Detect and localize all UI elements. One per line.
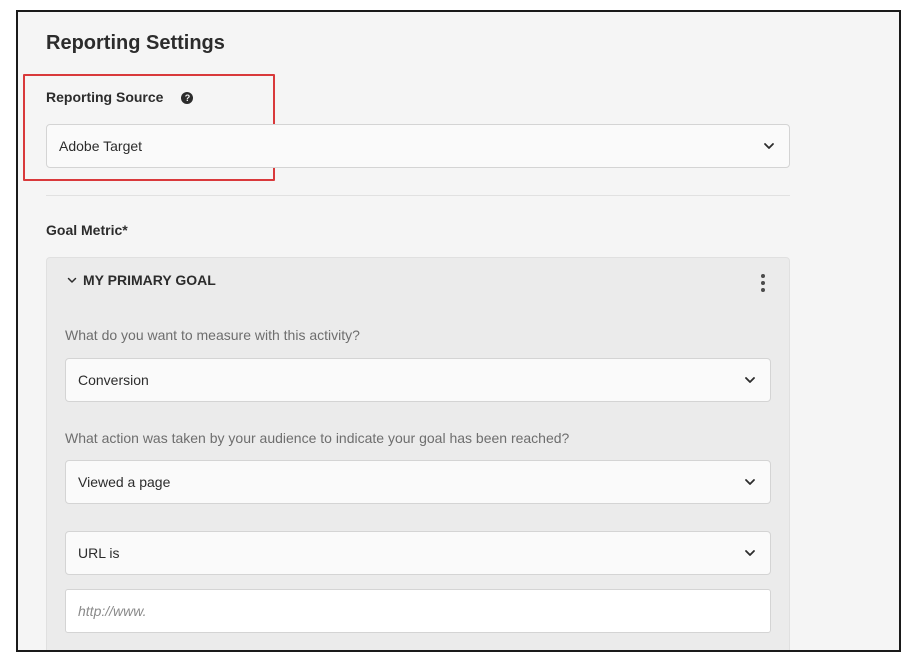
- measure-value: Conversion: [78, 372, 149, 388]
- url-input[interactable]: [65, 589, 771, 633]
- more-vertical-icon[interactable]: [757, 272, 769, 294]
- primary-goal-card: MY PRIMARY GOAL What do you want to meas…: [46, 257, 790, 650]
- question-circle-icon[interactable]: ?: [181, 92, 194, 104]
- goal-card-title: MY PRIMARY GOAL: [83, 272, 216, 288]
- section-divider: [46, 195, 790, 196]
- url-condition-value: URL is: [78, 545, 120, 561]
- measure-select[interactable]: Conversion: [65, 358, 771, 402]
- page-title: Reporting Settings: [46, 32, 225, 54]
- chevron-down-icon[interactable]: [67, 277, 77, 284]
- chevron-down-icon: [730, 478, 770, 486]
- measure-question: What do you want to measure with this ac…: [65, 327, 360, 343]
- url-condition-select[interactable]: URL is: [65, 531, 771, 575]
- goal-metric-label: Goal Metric*: [46, 222, 128, 238]
- action-select[interactable]: Viewed a page: [65, 460, 771, 504]
- chevron-down-icon: [749, 142, 789, 150]
- reporting-source-label: Reporting Source: [46, 89, 164, 105]
- reporting-source-label-row: Reporting Source?: [46, 89, 194, 105]
- reporting-source-value: Adobe Target: [59, 138, 143, 154]
- chevron-down-icon: [730, 549, 770, 557]
- action-question: What action was taken by your audience t…: [65, 430, 570, 446]
- action-value: Viewed a page: [78, 474, 171, 490]
- chevron-down-icon: [730, 376, 770, 384]
- reporting-settings-panel: Reporting Settings Reporting Source? Ado…: [16, 10, 901, 652]
- reporting-source-select[interactable]: Adobe Target: [46, 124, 790, 168]
- goal-card-header[interactable]: MY PRIMARY GOAL: [67, 272, 216, 288]
